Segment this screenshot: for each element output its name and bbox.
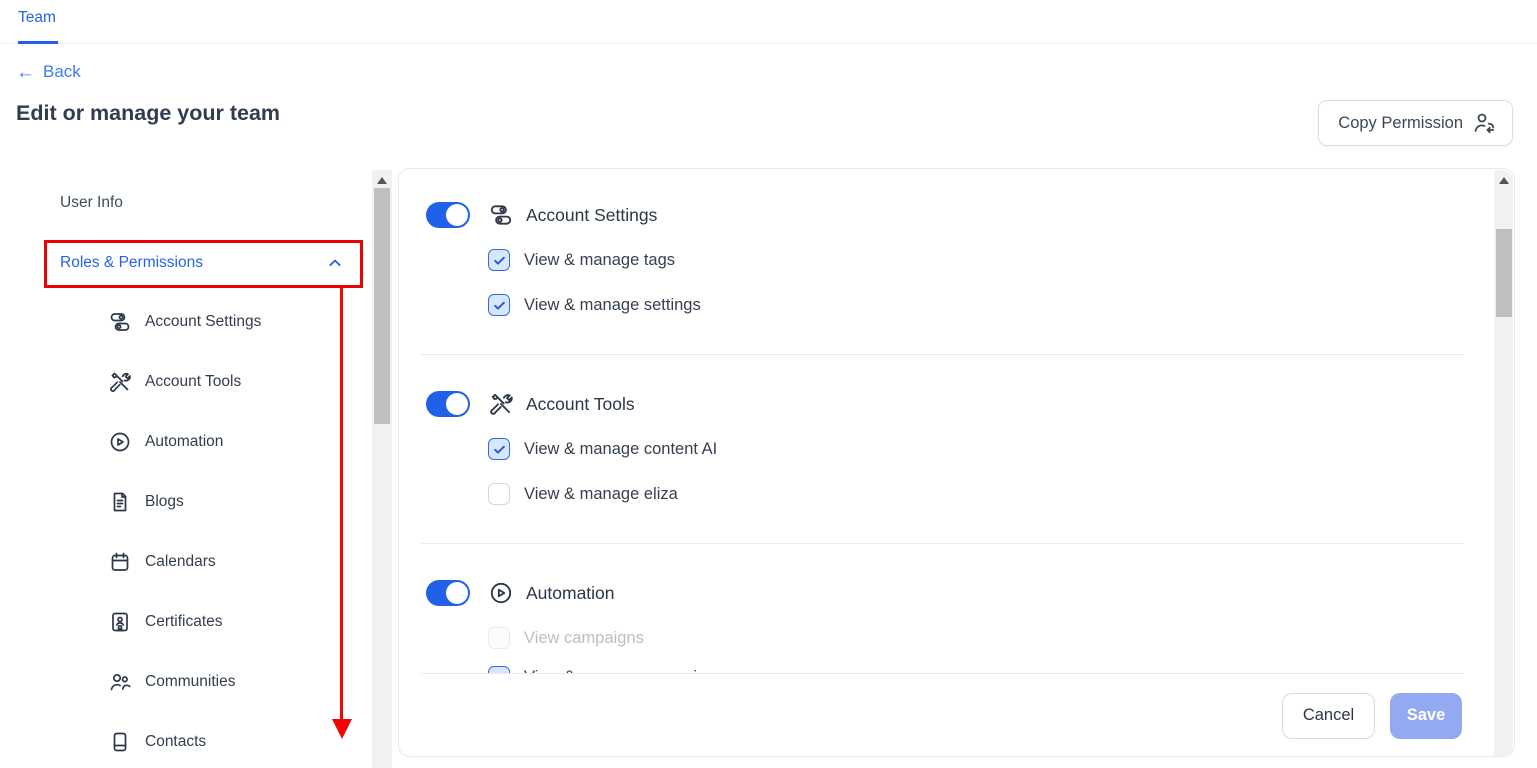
tab-bar: Team <box>0 0 1537 44</box>
sidebar-item-calendars[interactable]: Calendars <box>108 549 216 575</box>
sidebar-item-communities[interactable]: Communities <box>108 669 235 695</box>
section-title: Account Tools <box>526 394 635 415</box>
sidebar-item-user-info[interactable]: User Info <box>60 190 123 216</box>
sidebar-item-label: Roles & Permissions <box>60 254 203 272</box>
sidebar-item-label: Account Tools <box>145 373 241 391</box>
sidebar: User Info Roles & Permissions Account Se… <box>0 160 396 768</box>
section-divider <box>421 354 1464 355</box>
check-icon <box>492 298 507 313</box>
section-account-tools: Account Tools <box>399 388 1514 420</box>
sliders-icon <box>488 202 514 228</box>
card-footer: Cancel Save <box>399 674 1514 757</box>
section-automation: Automation <box>399 577 1514 609</box>
sidebar-item-label: Blogs <box>145 493 184 511</box>
checkbox-checked[interactable] <box>488 294 510 316</box>
play-circle-icon <box>108 430 132 454</box>
sidebar-item-label: Calendars <box>145 553 216 571</box>
section-divider <box>421 543 1464 544</box>
tab-active-indicator <box>18 41 58 44</box>
toggle-knob <box>446 204 468 226</box>
permission-view-manage-tags[interactable]: View & manage tags <box>488 247 1514 273</box>
sidebar-item-contacts[interactable]: Contacts <box>108 729 206 755</box>
checkbox-disabled[interactable] <box>488 627 510 649</box>
permission-label: View & manage settings <box>524 296 701 315</box>
sidebar-item-label: Automation <box>145 433 223 451</box>
check-icon <box>492 253 507 268</box>
section-account-settings: Account Settings <box>399 199 1514 231</box>
calendar-icon <box>108 550 132 574</box>
scroll-up-arrow-icon <box>1499 177 1509 184</box>
tab-team[interactable]: Team <box>18 9 56 27</box>
sidebar-item-account-settings[interactable]: Account Settings <box>108 309 261 335</box>
cancel-button[interactable]: Cancel <box>1282 693 1375 739</box>
check-icon <box>492 442 507 457</box>
sliders-icon <box>108 310 132 334</box>
contact-book-icon <box>108 730 132 754</box>
sidebar-item-label: Communities <box>145 673 235 691</box>
checkbox-unchecked[interactable] <box>488 483 510 505</box>
toggle-knob <box>446 393 468 415</box>
people-icon <box>108 670 132 694</box>
sidebar-item-label: Certificates <box>145 613 223 631</box>
sidebar-item-roles-permissions[interactable]: Roles & Permissions <box>60 250 345 276</box>
permissions-panel: Account Settings View & manage tags View… <box>398 168 1515 757</box>
tools-icon <box>108 370 132 394</box>
tools-icon <box>488 391 514 417</box>
permission-view-manage-settings[interactable]: View & manage settings <box>488 292 1514 318</box>
sidebar-item-certificates[interactable]: Certificates <box>108 609 223 635</box>
team-management-screen: Team ← Back Edit or manage your team Cop… <box>0 0 1537 768</box>
permission-view-manage-eliza[interactable]: View & manage eliza <box>488 481 1514 507</box>
panel-scrollbar[interactable] <box>1494 170 1513 756</box>
sidebar-scrollbar[interactable] <box>372 170 392 768</box>
back-arrow-icon: ← <box>16 63 35 82</box>
chevron-up-icon <box>325 253 345 273</box>
save-button[interactable]: Save <box>1390 693 1462 739</box>
document-icon <box>108 490 132 514</box>
permissions-scroll-area: Account Settings View & manage tags View… <box>399 169 1514 673</box>
checkbox-checked[interactable] <box>488 666 510 673</box>
toggle-knob <box>446 582 468 604</box>
page-title: Edit or manage your team <box>16 101 280 126</box>
permission-label: View & manage tags <box>524 251 675 270</box>
sidebar-item-label: Contacts <box>145 733 206 751</box>
copy-permission-label: Copy Permission <box>1338 114 1463 133</box>
permission-label: View & manage content AI <box>524 440 717 459</box>
sidebar-item-account-tools[interactable]: Account Tools <box>108 369 241 395</box>
permission-view-manage-campaigns[interactable]: View & manage campaigns <box>488 664 1514 673</box>
automation-toggle[interactable] <box>426 580 470 606</box>
tab-team-label: Team <box>18 9 56 26</box>
back-label: Back <box>43 62 81 82</box>
permission-label: View campaigns <box>524 629 644 648</box>
scroll-up-arrow-icon <box>377 177 387 184</box>
back-link[interactable]: ← Back <box>16 62 81 82</box>
permission-view-campaigns[interactable]: View campaigns <box>488 625 1514 651</box>
sidebar-item-blogs[interactable]: Blogs <box>108 489 184 515</box>
certificate-icon <box>108 610 132 634</box>
panel-scrollbar-thumb[interactable] <box>1496 229 1512 317</box>
checkbox-checked[interactable] <box>488 249 510 271</box>
checkbox-checked[interactable] <box>488 438 510 460</box>
section-title: Account Settings <box>526 205 657 226</box>
copy-permission-button[interactable]: Copy Permission <box>1318 100 1513 146</box>
account-tools-toggle[interactable] <box>426 391 470 417</box>
section-title: Automation <box>526 583 615 604</box>
sidebar-item-label: Account Settings <box>145 313 261 331</box>
sidebar-item-label: User Info <box>60 194 123 212</box>
account-settings-toggle[interactable] <box>426 202 470 228</box>
sidebar-item-automation[interactable]: Automation <box>108 429 223 455</box>
permission-view-manage-content-ai[interactable]: View & manage content AI <box>488 436 1514 462</box>
play-circle-icon <box>488 580 514 606</box>
sidebar-scrollbar-thumb[interactable] <box>374 188 390 424</box>
user-arrow-left-icon <box>1472 111 1496 135</box>
permission-label: View & manage eliza <box>524 485 678 504</box>
